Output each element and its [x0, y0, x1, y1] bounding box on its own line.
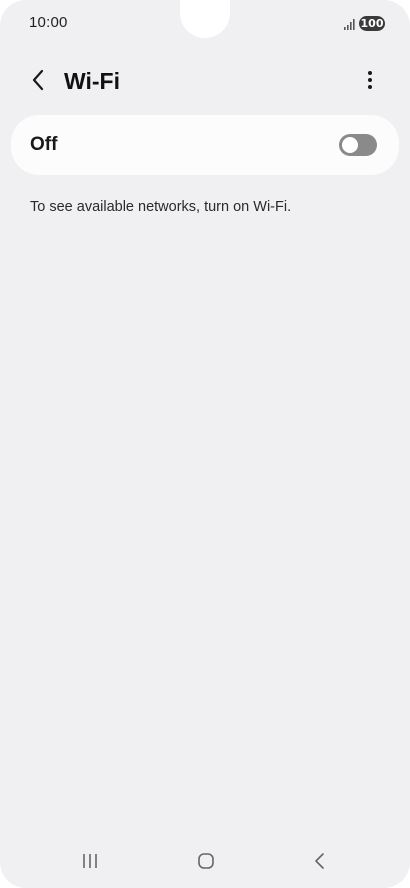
wifi-toggle-card[interactable]: Off: [11, 115, 399, 175]
home-icon: [196, 851, 216, 876]
nav-back-button[interactable]: [305, 850, 335, 876]
recents-icon: [81, 852, 99, 875]
status-time: 10:00: [29, 14, 68, 31]
back-icon: [313, 851, 327, 876]
recents-button[interactable]: [75, 850, 105, 876]
home-button[interactable]: [191, 850, 221, 876]
wifi-toggle-switch[interactable]: [339, 134, 377, 156]
app-header: Wi-Fi: [0, 58, 410, 106]
status-bar: 10:00 100: [0, 0, 410, 48]
more-vertical-icon: [367, 70, 373, 95]
more-options-button[interactable]: [356, 66, 384, 98]
battery-icon: 100: [359, 16, 385, 31]
back-button[interactable]: [24, 66, 52, 98]
chevron-left-icon: [31, 69, 45, 96]
wifi-off-message: To see available networks, turn on Wi-Fi…: [30, 199, 292, 215]
phone-screen: 10:00 100 Wi-Fi Off To see available net…: [0, 0, 410, 888]
camera-notch: [180, 0, 230, 38]
page-title: Wi-Fi: [64, 68, 120, 94]
wifi-toggle-label: Off: [30, 134, 58, 155]
toggle-knob: [342, 137, 358, 153]
signal-icon: [344, 17, 356, 30]
navigation-bar: [0, 840, 410, 888]
